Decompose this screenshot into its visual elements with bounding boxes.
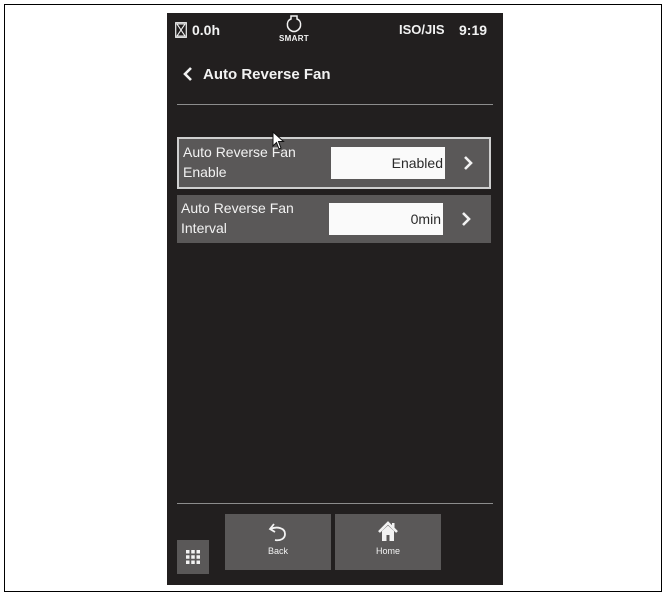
standard-indicator: ISO/JIS [399, 22, 445, 37]
chevron-left-icon[interactable] [181, 65, 195, 83]
setting-label-line1: Auto Reverse Fan [181, 200, 294, 216]
setting-label: Auto Reverse Fan Interval [181, 198, 331, 238]
smart-engine-icon [286, 15, 302, 33]
page-title: Auto Reverse Fan [203, 65, 331, 83]
smart-label: SMART [279, 34, 309, 43]
hour-meter-value: 0.0h [192, 22, 221, 38]
home-button[interactable]: Home [335, 514, 441, 570]
undo-arrow-icon [268, 523, 286, 542]
home-label: Home [375, 546, 400, 556]
setting-label-line2: Interval [181, 220, 227, 236]
setting-value[interactable]: Enabled [331, 147, 445, 179]
mouse-pointer-icon [272, 131, 285, 150]
back-button[interactable]: Back [225, 514, 331, 570]
status-bar: 0.0h SMART ISO/JIS 9:19 [167, 13, 503, 53]
setting-row-interval[interactable]: Auto Reverse Fan Interval 0min [177, 195, 491, 243]
setting-label: Auto Reverse Fan Enable [183, 142, 333, 182]
chevron-right-icon[interactable] [459, 209, 473, 229]
device-screen: 0.0h SMART ISO/JIS 9:19 Auto Reverse Fan… [167, 13, 503, 585]
page-header[interactable]: Auto Reverse Fan [181, 65, 331, 83]
setting-label-line2: Enable [183, 164, 227, 180]
header-divider [177, 104, 493, 105]
setting-row-enable[interactable]: Auto Reverse Fan Enable Enabled [177, 137, 491, 189]
bottom-divider [177, 503, 493, 504]
chevron-right-icon[interactable] [461, 153, 475, 173]
back-label: Back [267, 546, 288, 556]
bottom-nav: Back Home [167, 503, 503, 585]
smart-indicator: SMART [271, 15, 317, 43]
hourglass-icon [175, 22, 187, 38]
hour-meter: 0.0h [175, 22, 220, 38]
home-icon [378, 521, 398, 541]
grid-icon [186, 550, 200, 564]
clock: 9:19 [459, 22, 488, 38]
apps-grid-button[interactable] [177, 540, 209, 574]
setting-value[interactable]: 0min [329, 203, 443, 235]
